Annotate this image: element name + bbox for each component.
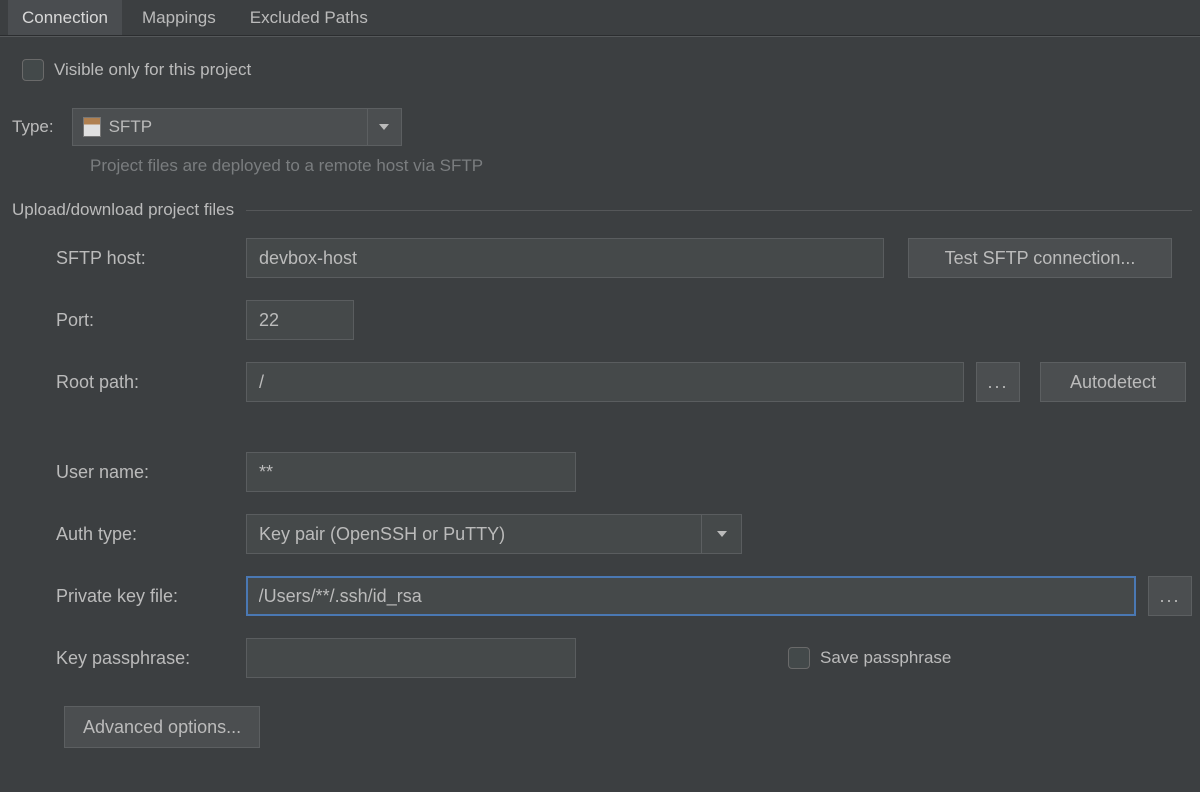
passphrase-input[interactable] [246, 638, 576, 678]
checkbox-box-icon [22, 59, 44, 81]
passphrase-label: Key passphrase: [56, 648, 246, 669]
type-select-value: SFTP [109, 117, 152, 137]
tab-connection[interactable]: Connection [8, 0, 122, 35]
tab-content: Visible only for this project Type: SFTP… [0, 36, 1200, 756]
type-select-arrow[interactable] [367, 109, 401, 145]
privatekey-label: Private key file: [56, 586, 246, 607]
sftp-file-icon [83, 117, 101, 137]
authtype-select-arrow[interactable] [701, 515, 741, 553]
tab-mappings[interactable]: Mappings [128, 0, 230, 35]
form-area: SFTP host: Test SFTP connection... Port:… [8, 238, 1192, 678]
host-label: SFTP host: [56, 248, 246, 269]
privatekey-browse-button[interactable]: ... [1148, 576, 1192, 616]
chevron-down-icon [379, 124, 389, 130]
host-input[interactable] [246, 238, 884, 278]
section-title: Upload/download project files [12, 200, 234, 220]
advanced-options-button[interactable]: Advanced options... [64, 706, 260, 748]
root-path-label: Root path: [56, 372, 246, 393]
root-path-input[interactable] [246, 362, 964, 402]
authtype-label: Auth type: [56, 524, 246, 545]
visible-only-label: Visible only for this project [54, 60, 251, 80]
privatekey-input[interactable] [246, 576, 1136, 616]
username-input[interactable] [246, 452, 576, 492]
authtype-select[interactable]: Key pair (OpenSSH or PuTTY) [246, 514, 742, 554]
type-description: Project files are deployed to a remote h… [90, 156, 1192, 176]
test-connection-button[interactable]: Test SFTP connection... [908, 238, 1172, 278]
section-title-row: Upload/download project files [12, 200, 1192, 220]
tab-excluded-paths[interactable]: Excluded Paths [236, 0, 382, 35]
tabs-bar: Connection Mappings Excluded Paths [0, 0, 1200, 36]
checkbox-box-icon [788, 647, 810, 669]
divider-line [246, 210, 1192, 211]
authtype-select-value: Key pair (OpenSSH or PuTTY) [247, 524, 701, 545]
visible-only-checkbox[interactable]: Visible only for this project [22, 59, 251, 81]
port-input[interactable] [246, 300, 354, 340]
type-label: Type: [12, 117, 54, 137]
type-select[interactable]: SFTP [72, 108, 402, 146]
autodetect-button[interactable]: Autodetect [1040, 362, 1186, 402]
username-label: User name: [56, 462, 246, 483]
root-path-browse-button[interactable]: ... [976, 362, 1020, 402]
save-passphrase-label: Save passphrase [820, 648, 951, 668]
chevron-down-icon [717, 531, 727, 537]
port-label: Port: [56, 310, 246, 331]
save-passphrase-checkbox[interactable]: Save passphrase [788, 647, 951, 669]
